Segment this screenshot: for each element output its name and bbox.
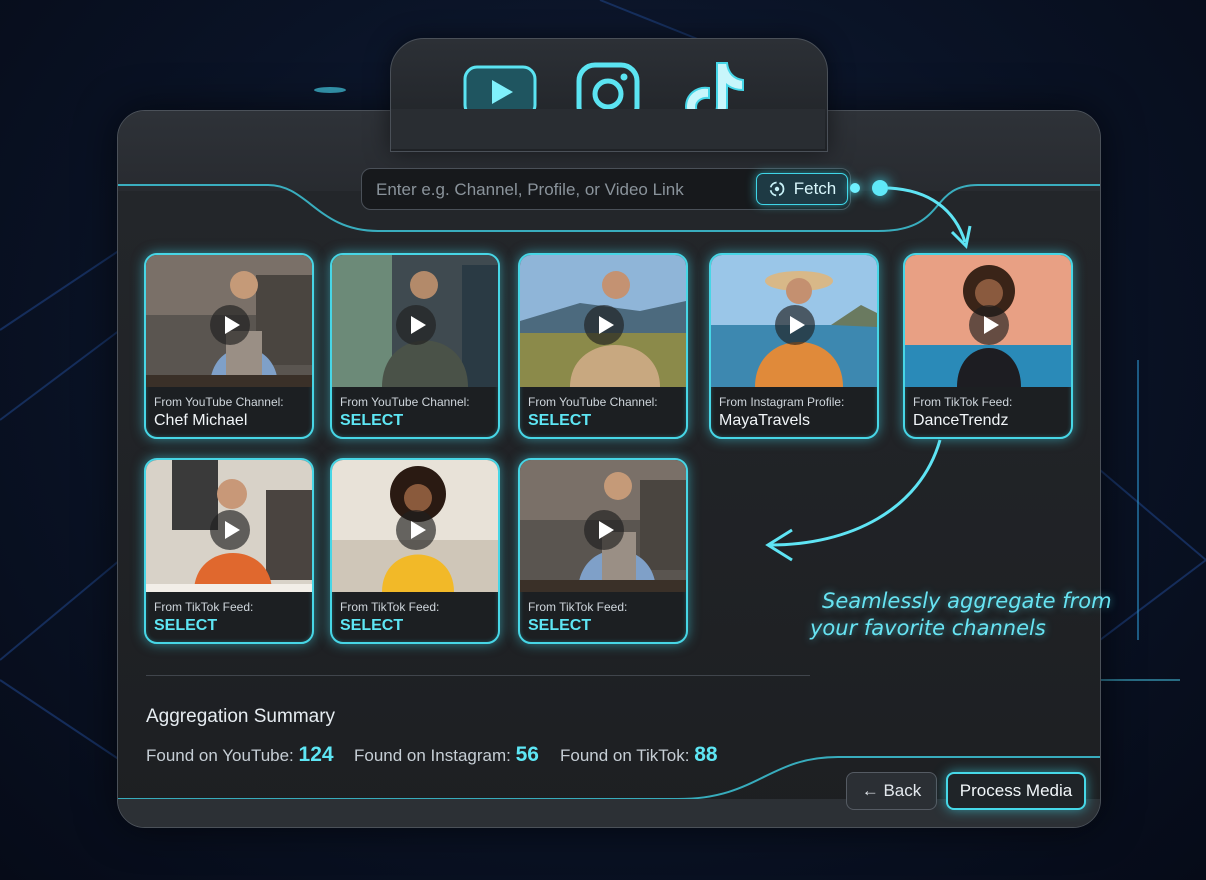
instagram-stat-label: Found on Instagram: bbox=[354, 746, 511, 765]
divider bbox=[146, 675, 810, 676]
play-icon[interactable] bbox=[969, 305, 1009, 345]
annotation-text: Seamlessly aggregate from your favorite … bbox=[808, 588, 1138, 642]
select-button[interactable]: SELECT bbox=[528, 617, 591, 635]
play-icon[interactable] bbox=[584, 510, 624, 550]
youtube-stat-count: 124 bbox=[298, 743, 334, 766]
tiktok-stat-count: 88 bbox=[694, 743, 718, 766]
card-source: From YouTube Channel: bbox=[340, 395, 470, 409]
card-source: From TikTok Feed: bbox=[913, 395, 1013, 409]
select-button[interactable]: SELECT bbox=[340, 617, 403, 635]
play-icon[interactable] bbox=[775, 305, 815, 345]
media-card[interactable]: From TikTok Feed: SELECT bbox=[330, 458, 500, 644]
card-source: From TikTok Feed: bbox=[340, 600, 440, 614]
play-icon[interactable] bbox=[210, 510, 250, 550]
select-button[interactable]: SELECT bbox=[340, 412, 403, 430]
process-media-button[interactable]: Process Media bbox=[946, 772, 1086, 810]
instagram-stat: Found on Instagram: 56 bbox=[354, 743, 539, 767]
play-icon[interactable] bbox=[210, 305, 250, 345]
card-source: From TikTok Feed: bbox=[154, 600, 254, 614]
play-icon[interactable] bbox=[396, 305, 436, 345]
card-source: From YouTube Channel: bbox=[528, 395, 658, 409]
media-card[interactable]: From TikTok Feed: SELECT bbox=[518, 458, 688, 644]
annotation-line-2: your favorite channels bbox=[810, 616, 1046, 640]
youtube-stat-label: Found on YouTube: bbox=[146, 746, 294, 765]
annotation-line-1: Seamlessly aggregate from bbox=[822, 589, 1112, 613]
select-button[interactable]: SELECT bbox=[528, 412, 591, 430]
summary-title: Aggregation Summary bbox=[146, 706, 336, 727]
media-card[interactable]: From Instagram Profile: MayaTravels bbox=[709, 253, 879, 439]
play-icon[interactable] bbox=[584, 305, 624, 345]
back-button[interactable]: ← Back bbox=[846, 772, 937, 810]
media-card[interactable]: From YouTube Channel: SELECT bbox=[518, 253, 688, 439]
card-channel-name: MayaTravels bbox=[719, 412, 810, 429]
card-source: From YouTube Channel: bbox=[154, 395, 284, 409]
card-channel-name: DanceTrendz bbox=[913, 412, 1009, 429]
select-button[interactable]: SELECT bbox=[154, 617, 217, 635]
card-source: From Instagram Profile: bbox=[719, 395, 845, 409]
card-source: From TikTok Feed: bbox=[528, 600, 628, 614]
tiktok-stat: Found on TikTok: 88 bbox=[560, 743, 718, 767]
media-card[interactable]: From YouTube Channel: Chef Michael bbox=[144, 253, 314, 439]
card-channel-name: Chef Michael bbox=[154, 412, 248, 429]
media-card[interactable]: From TikTok Feed: SELECT bbox=[144, 458, 314, 644]
media-card[interactable]: From TikTok Feed: DanceTrendz bbox=[903, 253, 1073, 439]
tiktok-stat-label: Found on TikTok: bbox=[560, 746, 690, 765]
play-icon[interactable] bbox=[396, 510, 436, 550]
youtube-stat: Found on YouTube: 124 bbox=[146, 743, 334, 767]
media-card[interactable]: From YouTube Channel: SELECT bbox=[330, 253, 500, 439]
instagram-stat-count: 56 bbox=[515, 743, 539, 766]
